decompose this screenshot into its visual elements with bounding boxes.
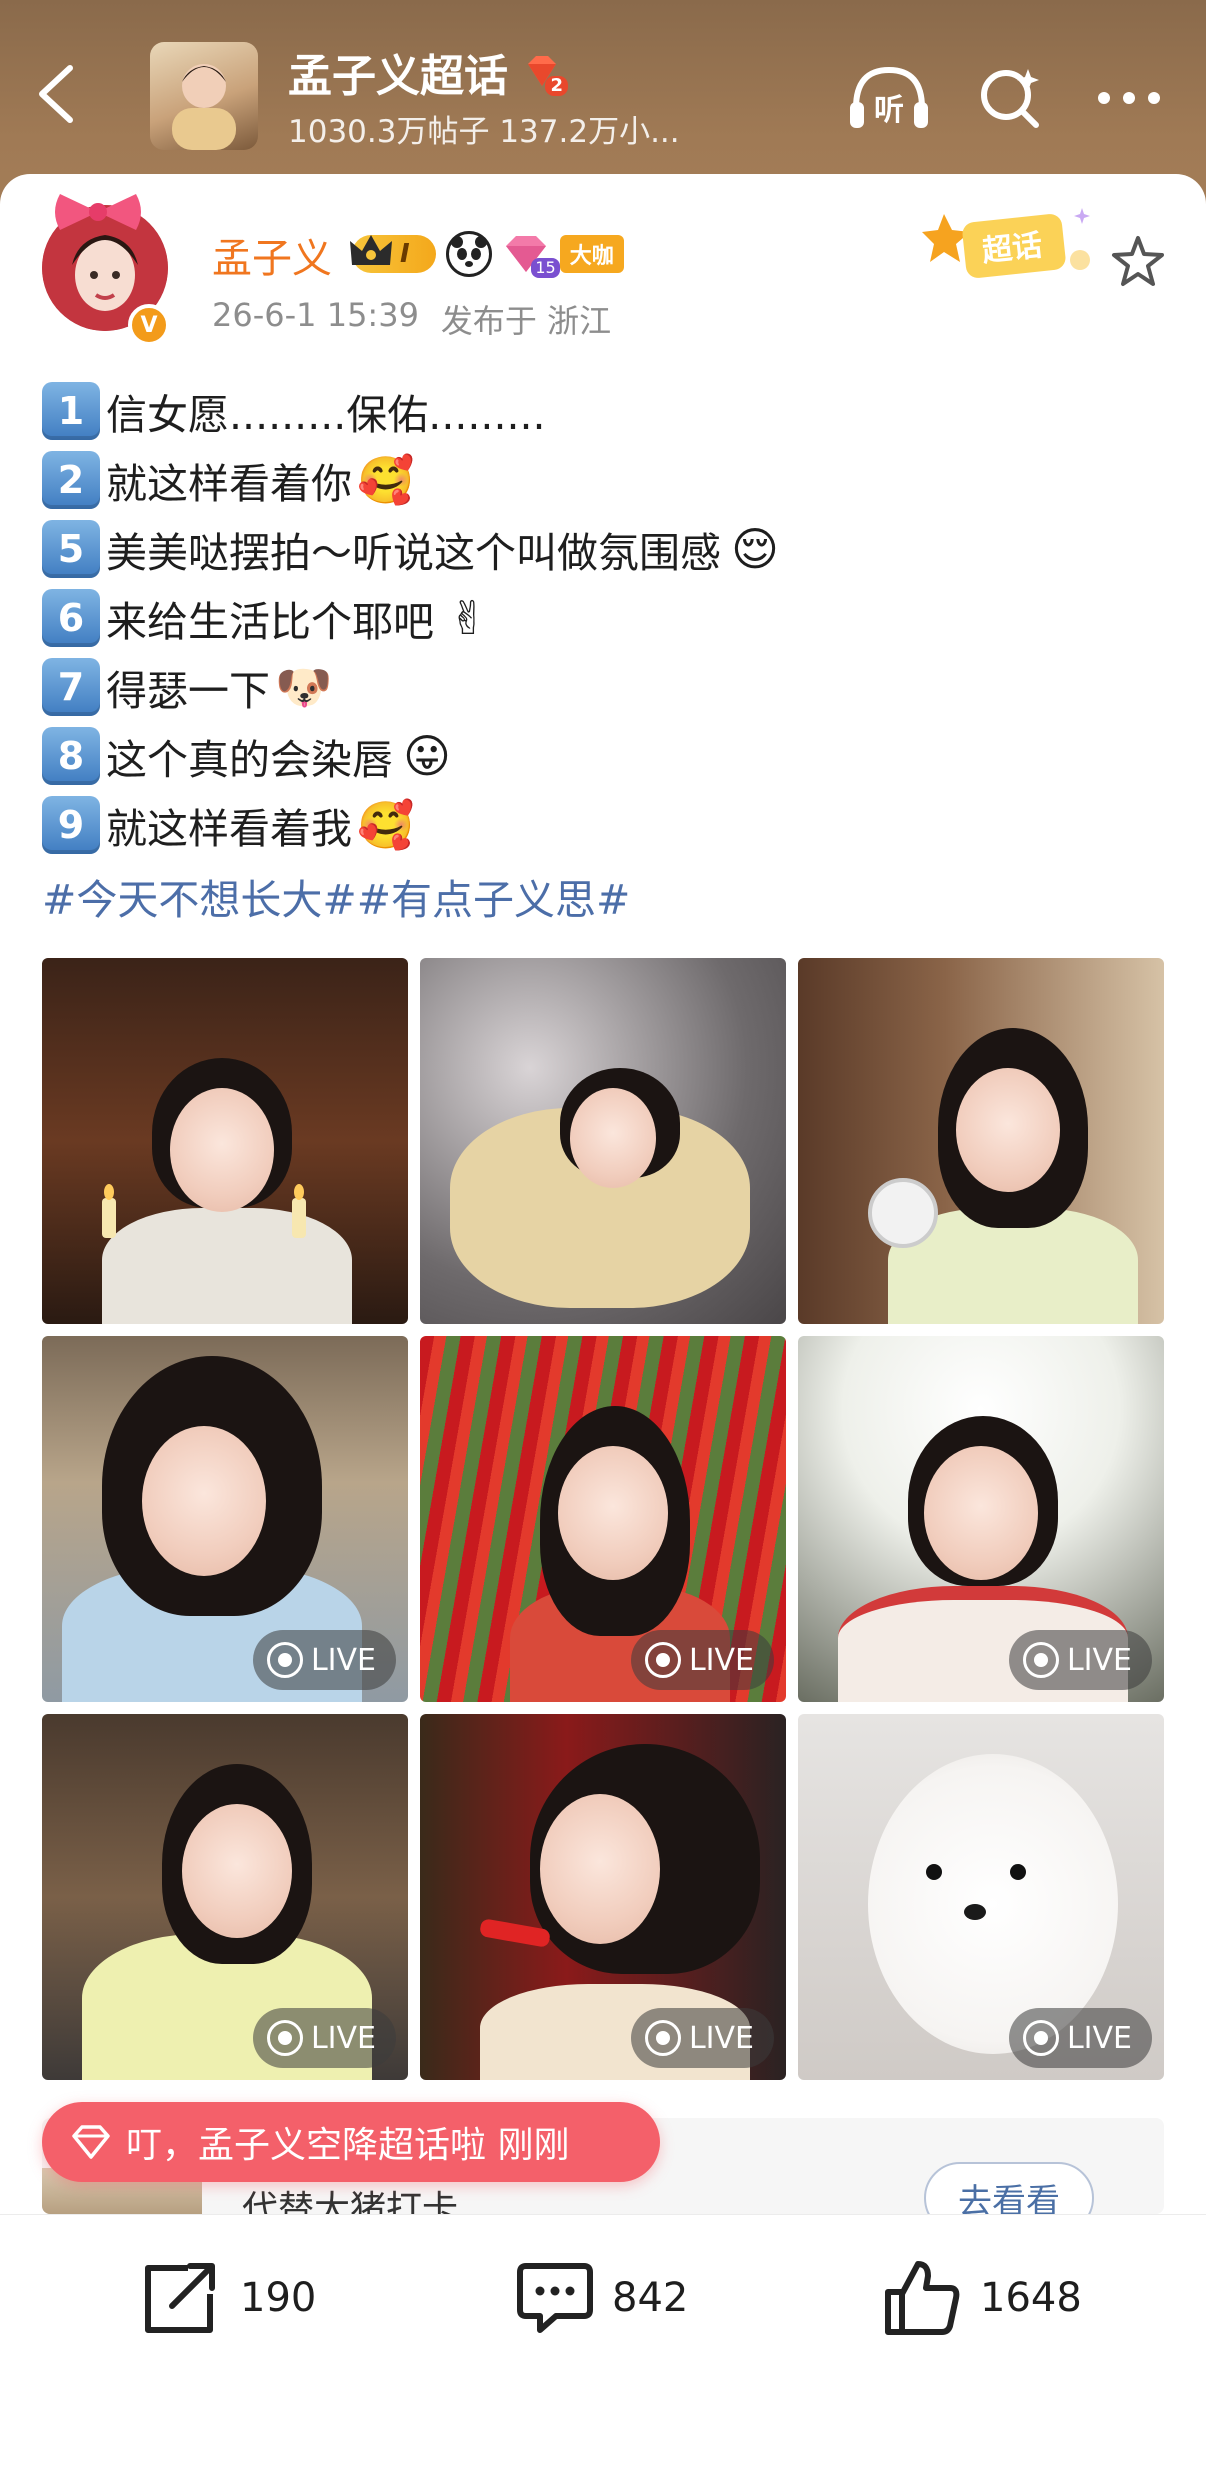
verified-badge: V xyxy=(128,304,170,346)
post-line: 6 来给生活比个耶吧 ✌ xyxy=(42,583,1172,652)
headphones-icon: 听 xyxy=(850,66,928,128)
supertopic-title-row: 孟子义超话 2 xyxy=(288,44,568,102)
live-badge: LIVE xyxy=(630,1630,774,1690)
comment-icon xyxy=(517,2263,593,2333)
like-button[interactable]: 1648 xyxy=(882,2258,1082,2338)
post-line: 8 这个真的会染唇 😛 xyxy=(42,721,1172,790)
photo-white-pomeranian[interactable]: LIVE xyxy=(798,1714,1164,2080)
notification-toast[interactable]: 叮，孟子义空降超话啦 刚刚 xyxy=(42,2102,660,2182)
chevron-left-icon xyxy=(39,65,73,123)
hashtag-links[interactable]: #今天不想长大##有点子义思# xyxy=(42,859,1172,933)
more-options-button[interactable] xyxy=(1086,58,1172,138)
live-badge: LIVE xyxy=(1008,1630,1152,1690)
svg-text:听: 听 xyxy=(874,93,904,128)
keycap-number: 6 xyxy=(42,588,100,647)
photo-blue-hanfu-set[interactable]: LIVE xyxy=(42,1336,408,1702)
keycap-number: 9 xyxy=(42,795,100,854)
photo-blossoms-peace[interactable]: LIVE xyxy=(798,1336,1164,1702)
live-badge: LIVE xyxy=(252,1630,396,1690)
post-line: 7 得瑟一下 🐶 xyxy=(42,652,1172,721)
post-line: 2 就这样看着你 🥰 xyxy=(42,445,1172,514)
diamond-icon xyxy=(72,2125,110,2159)
supertopic-title: 孟子义超话 xyxy=(288,51,508,102)
thumbs-up-icon xyxy=(885,2261,960,2335)
author-badges: I 15 大咖 xyxy=(350,230,624,278)
post-line: 5 美美哒摆拍～听说这个叫做氛围感 😌 xyxy=(42,514,1172,583)
like-count: 1648 xyxy=(980,2275,1082,2321)
live-photo-icon xyxy=(644,1642,681,1678)
repost-count: 190 xyxy=(240,2275,317,2321)
live-badge: LIVE xyxy=(630,2008,774,2068)
search-button[interactable] xyxy=(968,58,1054,138)
post-line: 1 信女愿.........保佑......... xyxy=(42,376,1172,445)
post-line: 9 就这样看着我 🥰 xyxy=(42,790,1172,859)
back-button[interactable] xyxy=(28,58,84,130)
fan-level-badge: I xyxy=(350,235,436,273)
photo-praying-candles[interactable] xyxy=(42,958,408,1324)
repost-button[interactable]: 190 xyxy=(142,2258,316,2338)
keycap-number: 5 xyxy=(42,519,100,578)
daka-badge: 大咖 xyxy=(559,235,624,273)
post-content: 1 信女愿.........保佑......... 2 就这样看着你 🥰 5 美… xyxy=(42,376,1172,933)
photo-yellow-hanfu[interactable]: LIVE xyxy=(42,1714,408,2080)
toast-text: 叮，孟子义空降超话啦 刚刚 xyxy=(126,2125,570,2166)
post-location: 发布于 浙江 xyxy=(440,302,612,340)
share-icon xyxy=(145,2263,215,2333)
emoji-icon: ✌ xyxy=(448,590,488,645)
panda-icon xyxy=(445,231,492,277)
live-photo-icon xyxy=(644,2020,681,2056)
live-photo-icon xyxy=(266,1642,303,1678)
emoji-icon: 😌 xyxy=(731,521,779,576)
comment-button[interactable]: 842 xyxy=(516,2258,688,2338)
photo-red-lips-set[interactable]: LIVE xyxy=(420,1714,786,2080)
svg-text:超话: 超话 xyxy=(981,228,1044,269)
photo-green-hanfu-fan[interactable] xyxy=(798,958,1164,1324)
listen-button[interactable]: 听 xyxy=(846,58,932,138)
keycap-number: 8 xyxy=(42,726,100,785)
keycap-number: 7 xyxy=(42,657,100,716)
post-meta: 26-6-1 15:39 发布于 浙江 xyxy=(212,296,611,340)
comment-count: 842 xyxy=(612,2275,689,2321)
photo-red-ribbons[interactable]: LIVE xyxy=(420,1336,786,1702)
favorite-button[interactable] xyxy=(1108,232,1168,292)
live-badge: LIVE xyxy=(1008,2008,1152,2068)
emoji-icon: 🥰 xyxy=(357,452,415,507)
supertopic-tag[interactable]: 超话 xyxy=(920,200,1098,290)
star-icon xyxy=(1112,236,1164,286)
post-timestamp: 26-6-1 15:39 xyxy=(212,296,419,334)
supertopic-avatar[interactable] xyxy=(150,42,258,150)
author-name[interactable]: 孟子义 xyxy=(212,226,332,282)
gem-level-icon: 15 xyxy=(502,232,560,278)
photo-flower-petals[interactable] xyxy=(420,958,786,1324)
emoji-icon: 🥰 xyxy=(357,797,415,852)
live-photo-icon xyxy=(1022,1642,1059,1678)
promo-text: 代替大猪打卡 xyxy=(242,2189,459,2214)
search-icon xyxy=(981,69,1039,128)
supertopic-level-badge: 2 xyxy=(522,52,568,96)
more-dots-icon xyxy=(1098,92,1160,104)
keycap-number: 1 xyxy=(42,381,100,440)
keycap-number: 2 xyxy=(42,450,100,509)
emoji-icon: 😛 xyxy=(403,728,451,783)
emoji-icon: 🐶 xyxy=(275,659,333,714)
supertopic-stats: 1030.3万帖子 137.2万小... xyxy=(288,114,680,150)
action-bar xyxy=(0,2214,1206,2478)
live-photo-icon xyxy=(266,2020,303,2056)
live-photo-icon xyxy=(1022,2020,1059,2056)
pink-bow-icon xyxy=(55,194,141,230)
image-grid: LIVE LIVE LIVE LIVE LIVE LIVE xyxy=(42,958,1164,2082)
live-badge: LIVE xyxy=(252,2008,396,2068)
crown-icon xyxy=(350,235,392,265)
